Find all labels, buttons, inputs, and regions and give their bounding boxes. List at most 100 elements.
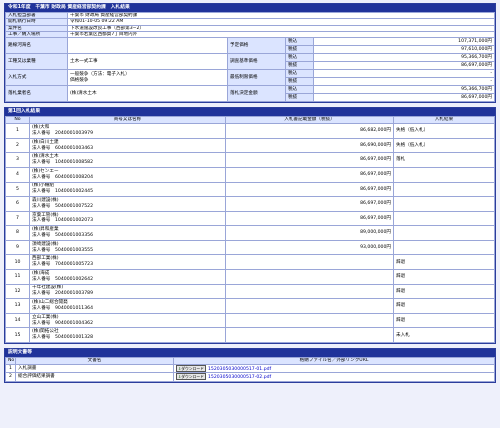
table-row: 2 (株)白川土建 法人番号 6040001003463 86,690,000円 失格（…	[5, 137, 495, 154]
download-label: ダウンロード	[181, 366, 204, 372]
corp-number-label: 法人番号	[32, 145, 51, 151]
corp-number-line: 法人番号 5040001003356	[32, 233, 223, 239]
bid-no: 7	[5, 210, 30, 227]
winner-label: 落札業者名	[5, 85, 68, 103]
price-value: -	[313, 77, 495, 87]
table-row: 10 西部工業(株) 法人番号 7040001005723 辞退	[5, 254, 495, 271]
doc-col-name-header: 文書名	[15, 357, 174, 366]
table-row: 9 須崎建設(株) 法人番号 5040001003555 93,000,000円	[5, 239, 495, 256]
corp-number-line: 法人番号 2040001003979	[32, 131, 223, 137]
bid-result: 辞退	[393, 298, 495, 314]
bid-amount	[225, 254, 394, 271]
documents-panel: 説明文書等 No 文書名 格納ファイル名／外部リンクURL 1 入札調書 ⇩ダウンロ…	[4, 348, 496, 383]
info-row-winner: 落札業者名 (株)清水土木 落札決定金額 税込 95,366,700円	[5, 85, 495, 103]
bid-amount: 86,697,000円	[225, 166, 394, 183]
corp-number-label: 法人番号	[32, 320, 51, 326]
table-row: 11 (株)海成 法人番号 5040001002642 辞退	[5, 269, 495, 285]
page: 令和1年度 千葉市 財政局 資産経営部契約課 入札結果 入札担当部署 千葉市 財…	[0, 0, 500, 428]
type-label: 工種又は業種	[5, 53, 68, 71]
corp-number: 5040001002642	[55, 276, 93, 282]
price-label: 調査基準価格	[227, 53, 286, 71]
download-button[interactable]: ⇩ダウンロード	[176, 373, 206, 381]
col-result-header: 入札結果	[393, 116, 495, 125]
corp-number-line: 法人番号 5040001007522	[32, 204, 223, 210]
bid-company: 西部工業(株) 法人番号 7040001005723	[29, 254, 226, 271]
doc-col-file-header: 格納ファイル名／外部リンクURL	[173, 357, 495, 366]
corp-number: 1040001008582	[55, 160, 93, 166]
corp-number: 5040001007522	[55, 203, 93, 209]
bid-result: 辞退	[393, 269, 495, 285]
bid-no: 1	[5, 123, 30, 139]
price-value: 86,697,000円	[313, 61, 495, 71]
tax-label: 税込	[285, 53, 314, 63]
bid-result: 落札	[393, 152, 495, 168]
method-value: 一般競争（方法：電子入札） 価格競争	[67, 69, 228, 87]
bid-amount: 86,697,000円	[225, 196, 394, 212]
corp-number-line: 法人番号 1040001002073	[32, 218, 223, 224]
bid-result: 失格（低入札）	[393, 137, 495, 154]
price-value: -	[313, 69, 495, 79]
price-label: 予定価格	[227, 37, 286, 55]
tax-label: 税込	[285, 69, 314, 79]
price-label: 最低制限価格	[227, 69, 286, 87]
doc-no: 1	[5, 364, 16, 374]
corp-number: 5040001003356	[55, 233, 93, 239]
bid-results-table: No 商号又は名称 入札書記載金額（税抜） 入札結果 1 (株)大和 法人番号 20…	[5, 116, 495, 344]
corp-number: 5040001001328	[55, 335, 93, 341]
col-no-header: No	[5, 116, 30, 125]
documents-body: 1 入札調書 ⇩ダウンロード 1520305030000517-01.pdf 2 総合評価…	[5, 364, 495, 382]
corp-number-label: 法人番号	[32, 174, 51, 180]
price-value: 97,610,000円	[313, 45, 495, 55]
bid-amount: 86,697,000円	[225, 210, 394, 227]
bid-result	[393, 210, 495, 227]
bid-amount	[225, 312, 394, 329]
bid-result: 未入札	[393, 327, 495, 344]
documents-header: No 文書名 格納ファイル名／外部リンクURL	[5, 357, 495, 366]
corp-number-line: 法人番号 9040001011364	[32, 306, 223, 312]
bid-results-body: 1 (株)大和 法人番号 2040001003979 86,682,000円 失格（低入…	[5, 123, 495, 344]
bid-result: 辞退	[393, 312, 495, 329]
corp-number: 2040001003979	[55, 130, 93, 136]
corp-number-line: 法人番号 5040001001328	[32, 335, 223, 341]
doc-file-link[interactable]: 1520305030000517-01.pdf	[208, 367, 271, 372]
download-label: ダウンロード	[181, 374, 204, 380]
info-row-method: 入札方式 一般競争（方法：電子入札） 価格競争 最低制限価格 税込 -	[5, 69, 495, 87]
bid-amount: 86,682,000円	[225, 123, 394, 139]
bid-amount: 93,000,000円	[225, 239, 394, 256]
bid-result: 辞退	[393, 283, 495, 300]
bid-amount: 86,697,000円	[225, 152, 394, 168]
corp-number-label: 法人番号	[32, 203, 51, 209]
doc-file-link[interactable]: 1520305030000517-02.pdf	[208, 375, 271, 380]
type-value: 土木一式工事	[67, 53, 228, 71]
bid-result: 失格（低入札）	[393, 123, 495, 139]
download-button[interactable]: ⇩ダウンロード	[176, 365, 206, 372]
bid-company: (株)白川土建 法人番号 6040001003463	[29, 137, 226, 154]
corp-number-line: 法人番号 9040001004362	[32, 321, 223, 327]
bid-company: 森川建設(株) 法人番号 5040001007522	[29, 196, 226, 212]
tax-label: 税抜	[285, 61, 314, 71]
bid-results-panel: 第1回入札結果 No 商号又は名称 入札書記載金額（税抜） 入札結果 1 (株)大…	[4, 107, 496, 345]
tax-label: 税抜	[285, 45, 314, 55]
winner-value: (株)清水土木	[67, 85, 228, 103]
bid-amount: 89,000,000円	[225, 225, 394, 241]
bid-no: 15	[5, 327, 30, 344]
corp-number: 7040001005723	[55, 262, 93, 268]
bid-no: 8	[5, 225, 30, 241]
method-label: 入札方式	[5, 69, 68, 87]
document-row: 1 入札調書 ⇩ダウンロード 1520305030000517-01.pdf	[5, 364, 495, 374]
info-row-route: 路線河海名 予定価格 税込 107,371,000円	[5, 37, 495, 55]
corp-number: 6040001008204	[55, 174, 93, 180]
bid-no: 13	[5, 298, 30, 314]
bid-no: 10	[5, 254, 30, 271]
price-value: 86,697,000円	[313, 93, 495, 103]
bid-result	[393, 225, 495, 241]
bid-company: (株)山二総合開発 法人番号 9040001011364	[29, 298, 226, 314]
bid-amount	[225, 283, 394, 300]
table-row: 3 (株)清水土木 法人番号 1040001008582 86,697,000円 落札	[5, 152, 495, 168]
corp-number-label: 法人番号	[32, 218, 51, 224]
table-row: 8 (株)昇和産業 法人番号 5040001003356 89,000,000円	[5, 225, 495, 241]
bid-no: 9	[5, 239, 30, 256]
table-row: 4 (株)センエー 法人番号 6040001008204 86,697,000円	[5, 166, 495, 183]
tax-label: 税込	[285, 37, 314, 47]
info-panel: 令和1年度 千葉市 財政局 資産経営部契約課 入札結果 入札担当部署 千葉市 財…	[4, 3, 496, 104]
